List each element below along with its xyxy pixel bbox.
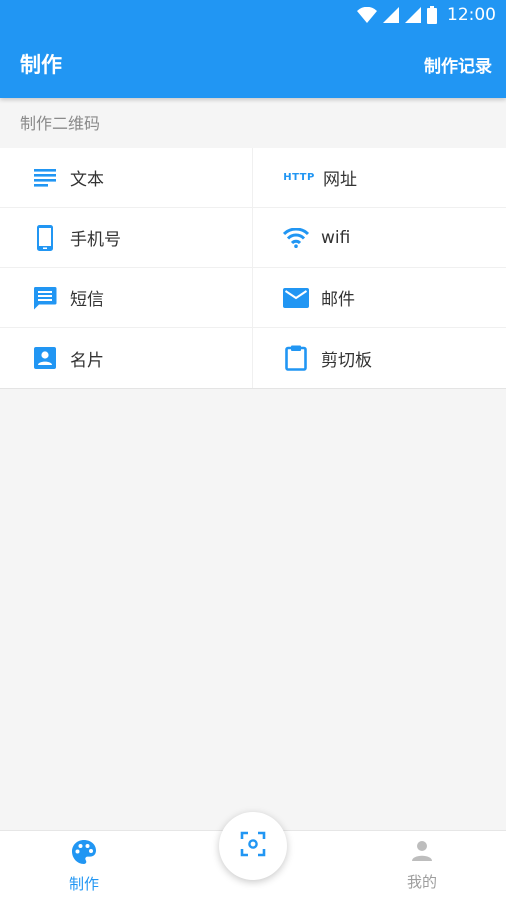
item-label: 文本 <box>70 170 104 190</box>
item-sms[interactable]: 短信 <box>0 268 253 328</box>
mail-icon <box>283 285 309 311</box>
toolbar: 制作 制作记录 <box>0 30 506 98</box>
nav-make-label: 制作 <box>68 875 99 893</box>
signal-icon-2 <box>405 7 421 23</box>
phone-icon <box>32 224 58 251</box>
battery-icon <box>427 6 437 24</box>
sms-icon <box>32 285 58 311</box>
signal-icon <box>383 7 399 23</box>
records-button[interactable]: 制作记录 <box>424 52 492 77</box>
clipboard-icon <box>283 345 309 371</box>
text-lines-icon <box>32 165 58 191</box>
nav-mine[interactable]: 我的 <box>362 839 482 892</box>
item-label: 邮件 <box>321 290 355 310</box>
app-bar: 12:00 制作 制作记录 <box>0 0 506 98</box>
item-url[interactable]: HTTP 网址 <box>253 148 506 208</box>
item-label: 剪切板 <box>321 350 372 371</box>
item-phone[interactable]: 手机号 <box>0 208 253 268</box>
item-text[interactable]: 文本 <box>0 148 253 208</box>
nav-mine-label: 我的 <box>406 873 437 891</box>
http-icon: HTTP <box>283 172 315 183</box>
item-label: 手机号 <box>70 230 121 250</box>
status-time: 12:00 <box>447 5 496 25</box>
person-icon <box>410 839 434 867</box>
item-label: 短信 <box>70 290 104 310</box>
palette-icon <box>71 839 97 869</box>
item-label: wifi <box>321 227 351 248</box>
scan-icon <box>240 831 266 861</box>
section-header: 制作二维码 <box>0 98 506 148</box>
item-wifi[interactable]: wifi <box>253 208 506 268</box>
item-label: 网址 <box>323 170 357 190</box>
item-label: 名片 <box>70 350 104 371</box>
contact-card-icon <box>32 345 58 371</box>
wifi-status-icon <box>357 7 377 23</box>
status-bar: 12:00 <box>0 0 506 30</box>
qr-type-grid: 文本 HTTP 网址 手机号 wifi 短信 邮件 名片 剪切板 <box>0 148 506 389</box>
page-title: 制作 <box>20 53 62 77</box>
wifi-icon <box>283 225 309 251</box>
item-clipboard[interactable]: 剪切板 <box>253 328 506 388</box>
nav-make[interactable]: 制作 <box>24 839 144 894</box>
item-mail[interactable]: 邮件 <box>253 268 506 328</box>
item-contact-card[interactable]: 名片 <box>0 328 253 388</box>
scan-button[interactable] <box>219 812 287 880</box>
